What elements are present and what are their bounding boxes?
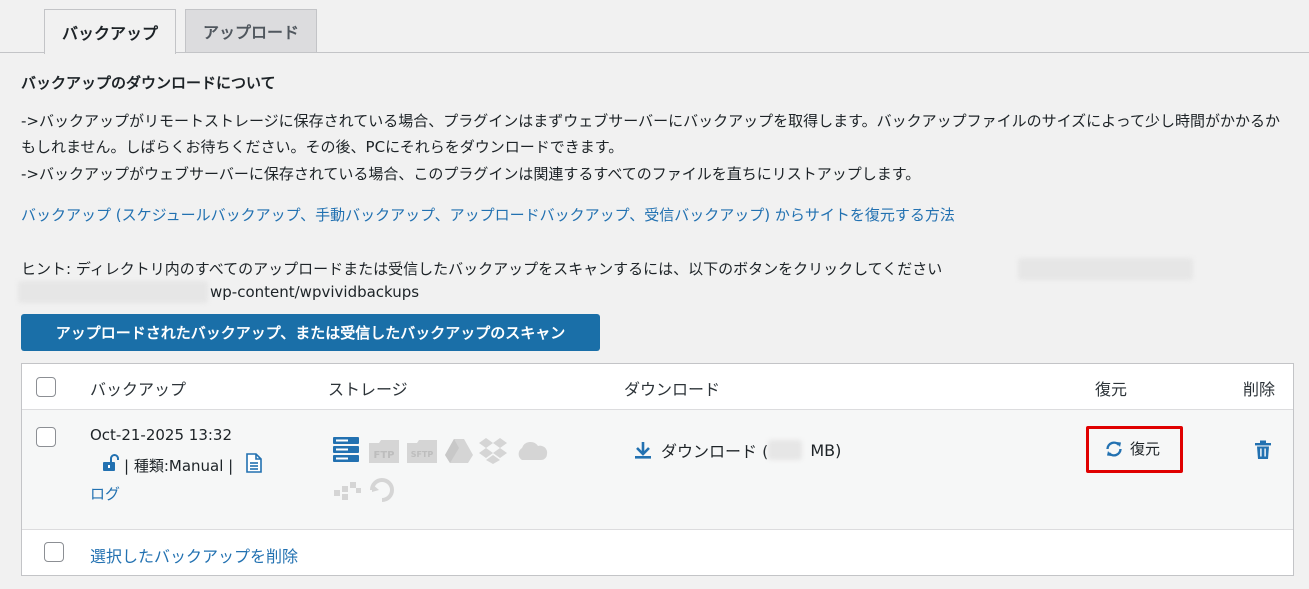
restore-button[interactable]: 復元: [1104, 438, 1160, 459]
header-download: ダウンロード: [624, 380, 721, 399]
info-paragraph-local: ->バックアップがウェブサーバーに保存されている場合、このプラグインは関連するす…: [21, 165, 921, 183]
tab-backup[interactable]: バックアップ: [44, 9, 176, 54]
restore-howto-link[interactable]: バックアップ (スケジュールバックアップ、手動バックアップ、アップロードバックア…: [21, 202, 955, 228]
header-restore: 復元: [1095, 380, 1128, 399]
wasabi-icon: [334, 482, 361, 500]
trash-icon[interactable]: [1254, 440, 1272, 464]
info-paragraph-remote: ->バックアップがリモートストレージに保存されている場合、プラグインはまずウェブ…: [21, 112, 1280, 156]
download-link[interactable]: ダウンロード ( MB): [633, 438, 841, 462]
log-link[interactable]: ログ: [90, 483, 120, 504]
backup-type: | 種類:Manual |: [124, 456, 234, 475]
download-size-unit: MB): [810, 440, 842, 460]
ftp-icon: FTP: [369, 440, 399, 463]
header-delete: 削除: [1243, 380, 1276, 399]
download-icon: [635, 442, 651, 459]
backup-table: バックアップ ストレージ ダウンロード 復元 削除 Oct-21-2025 13…: [21, 363, 1294, 576]
sftp-icon: SFTP: [407, 440, 437, 463]
local-server-icon: [333, 437, 359, 462]
onedrive-icon: [518, 441, 548, 460]
hint-path: wp-content/wpvividbackups: [210, 283, 420, 301]
tab-upload[interactable]: アップロード: [185, 9, 317, 52]
refresh-icon: [1106, 440, 1122, 457]
document-icon[interactable]: [245, 453, 263, 477]
footer-checkbox[interactable]: [44, 542, 64, 562]
header-storage: ストレージ: [328, 380, 408, 399]
download-label: ダウンロード (: [661, 442, 769, 461]
dropbox-icon: [479, 438, 507, 464]
scan-backups-button[interactable]: アップロードされたバックアップ、または受信したバックアップのスキャン: [21, 314, 600, 351]
redacted-size: [768, 440, 803, 460]
header-backup: バックアップ: [90, 380, 187, 399]
tab-bar: バックアップ アップロード: [0, 0, 1309, 54]
select-all-checkbox[interactable]: [36, 377, 56, 397]
redacted-path-part: [18, 281, 208, 303]
table-footer: 選択したバックアップを削除: [22, 530, 1293, 576]
restore-label: 復元: [1130, 440, 1161, 458]
row-checkbox[interactable]: [36, 427, 56, 447]
redacted-path-part: [1018, 258, 1193, 280]
backup-type-line: | 種類:Manual |: [100, 453, 263, 477]
unlock-icon[interactable]: [100, 453, 120, 477]
delete-selected-link[interactable]: 選択したバックアップを削除: [90, 543, 298, 567]
hint-text: ヒント: ディレクトリ内のすべてのアップロードまたは受信したバックアップをスキャ…: [21, 260, 943, 278]
remote-sync-icon: [370, 478, 394, 502]
ftp-label: FTP: [374, 450, 395, 461]
sftp-label: SFTP: [411, 450, 434, 459]
section-title: バックアップのダウンロードについて: [21, 74, 276, 92]
table-row: Oct-21-2025 13:32 | 種類:Manual | ログ FTP S…: [22, 410, 1293, 530]
backup-date: Oct-21-2025 13:32: [90, 426, 233, 444]
google-drive-icon: [445, 439, 473, 463]
table-header: バックアップ ストレージ ダウンロード 復元 削除: [22, 364, 1293, 410]
